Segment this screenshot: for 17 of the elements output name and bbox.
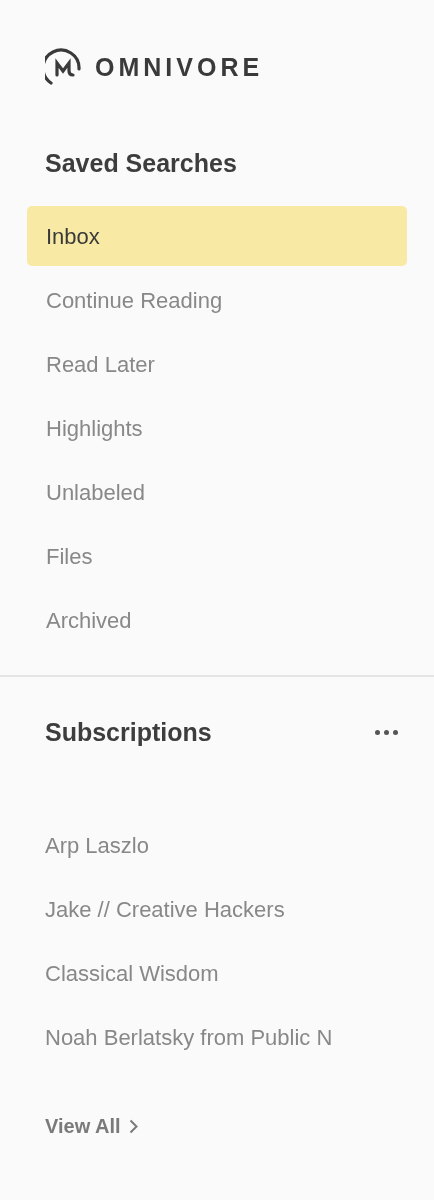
nav-item[interactable]: Read Later <box>27 334 407 394</box>
subscription-item[interactable]: Arp Laszlo <box>45 813 149 877</box>
nav-item[interactable]: Archived <box>27 590 407 650</box>
section-title: Saved Searches <box>44 148 238 178</box>
more-icon[interactable] <box>375 729 398 735</box>
nav-item[interactable]: Inbox <box>27 206 407 266</box>
section-title: Subscriptions <box>45 717 212 747</box>
subscription-item[interactable]: Noah Berlatsky from Public N <box>45 1005 333 1069</box>
nav-item[interactable]: Highlights <box>27 398 407 458</box>
view-all-link[interactable]: View All <box>45 1111 138 1141</box>
nav-item[interactable]: Continue Reading <box>27 270 407 330</box>
chevron-right-icon <box>128 1118 138 1134</box>
subscription-item[interactable]: Classical Wisdom <box>45 941 219 1005</box>
logo-text: OMNIVORE <box>95 54 264 80</box>
subscription-item[interactable]: Jake // Creative Hackers <box>45 877 285 941</box>
nav-item[interactable]: Unlabeled <box>27 462 407 522</box>
nav-item[interactable]: Files <box>27 526 407 586</box>
